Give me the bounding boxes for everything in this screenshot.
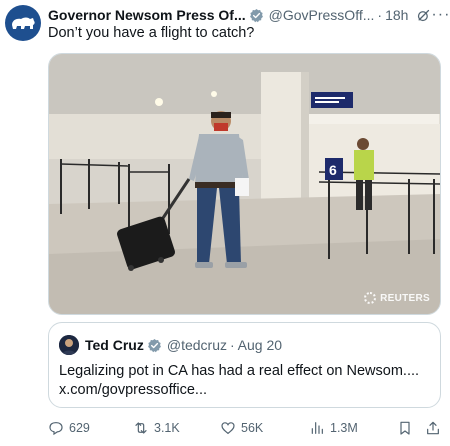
reply-button[interactable]: 629 <box>48 420 90 436</box>
like-button[interactable]: 56K <box>220 420 263 436</box>
quoted-tweet-header: Ted Cruz @tedcruz · Aug 20 <box>59 335 282 355</box>
reuters-logo-icon <box>364 292 377 304</box>
author-handle[interactable]: @GovPressOff... <box>269 7 375 23</box>
quoted-author-handle[interactable]: @tedcruz <box>167 337 227 353</box>
repost-button[interactable]: 3.1K <box>133 420 180 436</box>
portrait-icon <box>59 335 79 355</box>
share-icon <box>427 421 439 435</box>
share-button[interactable] <box>425 420 441 436</box>
california-bear-icon <box>12 17 35 29</box>
quoted-tweet[interactable]: Ted Cruz @tedcruz · Aug 20 Legalizing po… <box>48 322 441 408</box>
tweet-media-photo[interactable]: 6 REUTERS <box>48 53 441 315</box>
views-icon <box>311 422 323 434</box>
author-avatar[interactable] <box>5 5 41 41</box>
tweet-timestamp[interactable]: 18h <box>385 7 408 23</box>
quoted-author-avatar[interactable] <box>59 335 79 355</box>
quoted-tweet-link[interactable]: x.com/govpressoffice... <box>59 381 430 400</box>
quoted-author-name[interactable]: Ted Cruz <box>85 337 144 353</box>
tweet-action-bar: 629 3.1K 56K 1.3M <box>48 420 441 440</box>
bookmark-icon <box>400 421 410 435</box>
verified-badge-icon[interactable] <box>249 8 264 23</box>
quoted-tweet-date[interactable]: Aug 20 <box>238 337 282 353</box>
like-count: 56K <box>241 421 264 435</box>
photo-credit: REUTERS <box>364 292 430 304</box>
airport-photo: 6 <box>49 54 440 314</box>
heart-icon <box>221 422 235 435</box>
views-button[interactable]: 1.3M <box>309 420 358 436</box>
repost-icon <box>135 422 147 434</box>
grok-icon[interactable] <box>416 8 431 23</box>
bookmark-button[interactable] <box>397 420 413 436</box>
reply-count: 629 <box>69 421 90 435</box>
repost-count: 3.1K <box>154 421 180 435</box>
quoted-tweet-text-line: Legalizing pot in CA has had a real effe… <box>59 363 420 379</box>
quoted-tweet-text: Legalizing pot in CA has had a real effe… <box>59 362 430 400</box>
verified-badge-icon[interactable] <box>147 338 162 353</box>
reply-icon <box>49 422 63 436</box>
author-name[interactable]: Governor Newsom Press Of... <box>48 7 246 23</box>
svg-text:6: 6 <box>329 162 337 178</box>
tweet-text: Don’t you have a flight to catch? <box>48 25 255 41</box>
views-count: 1.3M <box>330 421 358 435</box>
tweet-header: Governor Newsom Press Of... @GovPressOff… <box>48 5 449 25</box>
header-separator: · <box>377 7 383 23</box>
quoted-header-separator: · <box>229 337 235 353</box>
more-options-icon[interactable]: ··· <box>431 7 450 23</box>
photo-credit-label: REUTERS <box>380 292 430 304</box>
